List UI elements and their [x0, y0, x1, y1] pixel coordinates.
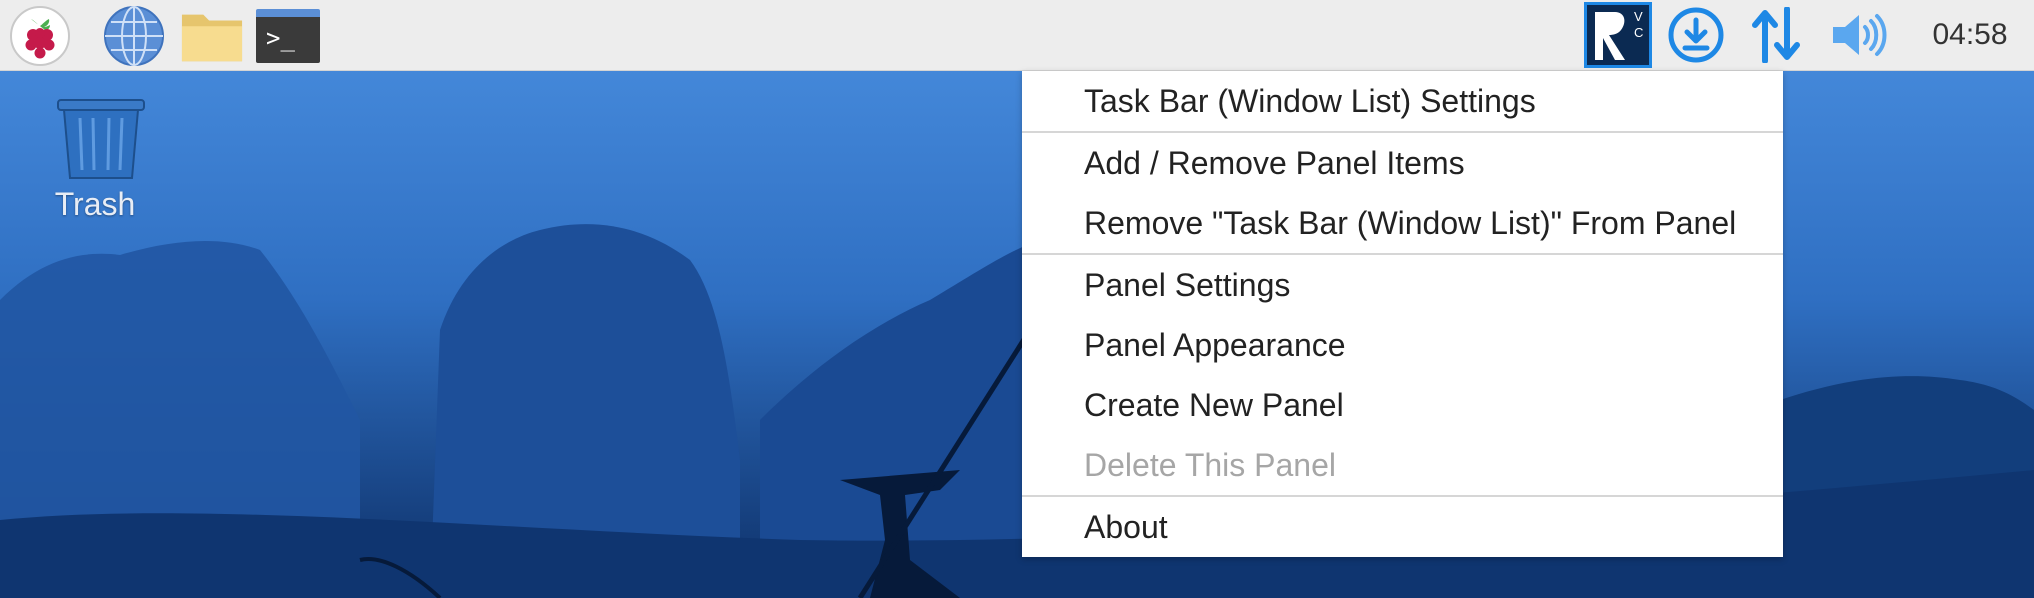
- trash-desktop-icon[interactable]: Trash: [55, 98, 188, 223]
- globe-icon: [104, 6, 164, 66]
- taskbar[interactable]: >_ V C 04:58: [0, 0, 2034, 71]
- raspberry-pi-icon: [10, 6, 70, 66]
- menu-item-taskbar-settings[interactable]: Task Bar (Window List) Settings: [1022, 71, 1783, 131]
- menu-item-add-remove-panel-items[interactable]: Add / Remove Panel Items: [1022, 133, 1783, 193]
- menu-item-remove-taskbar-from-panel[interactable]: Remove "Task Bar (Window List)" From Pan…: [1022, 193, 1783, 253]
- folder-icon: [181, 14, 243, 62]
- terminal-icon: >_: [256, 9, 320, 63]
- download-icon: [1668, 7, 1724, 63]
- desktop-screen: >_ V C 04:58 Trash Task Bar (Window List…: [0, 0, 2034, 598]
- menu-item-panel-appearance[interactable]: Panel Appearance: [1022, 315, 1783, 375]
- panel-context-menu[interactable]: Task Bar (Window List) Settings Add / Re…: [1022, 71, 1783, 557]
- trash-icon: [57, 99, 145, 179]
- terminal-launcher[interactable]: >_: [256, 4, 320, 68]
- menu-item-delete-this-panel: Delete This Panel: [1084, 447, 1336, 483]
- vnc-label: V C: [1634, 9, 1644, 40]
- menu-item-panel-settings[interactable]: Panel Settings: [1022, 255, 1783, 315]
- menu-item-about[interactable]: About: [1022, 497, 1783, 557]
- clock[interactable]: 04:58: [1920, 0, 2020, 70]
- browser-launcher[interactable]: [102, 4, 166, 68]
- updater-tray-button[interactable]: [1664, 0, 1728, 70]
- main-menu-button[interactable]: [8, 4, 72, 68]
- terminal-prompt-glyph: >_: [266, 24, 295, 52]
- volume-tray-button[interactable]: [1828, 0, 1892, 70]
- file-manager-launcher[interactable]: [180, 4, 244, 68]
- speaker-icon: [1833, 14, 1887, 56]
- vnc-tray-button[interactable]: V C: [1582, 0, 1654, 70]
- network-tray-button[interactable]: [1744, 0, 1808, 70]
- menu-item-create-new-panel[interactable]: Create New Panel: [1022, 375, 1783, 435]
- trash-label: Trash: [54, 186, 136, 222]
- network-arrows-icon: [1752, 7, 1800, 63]
- vnc-icon: V C: [1584, 2, 1652, 68]
